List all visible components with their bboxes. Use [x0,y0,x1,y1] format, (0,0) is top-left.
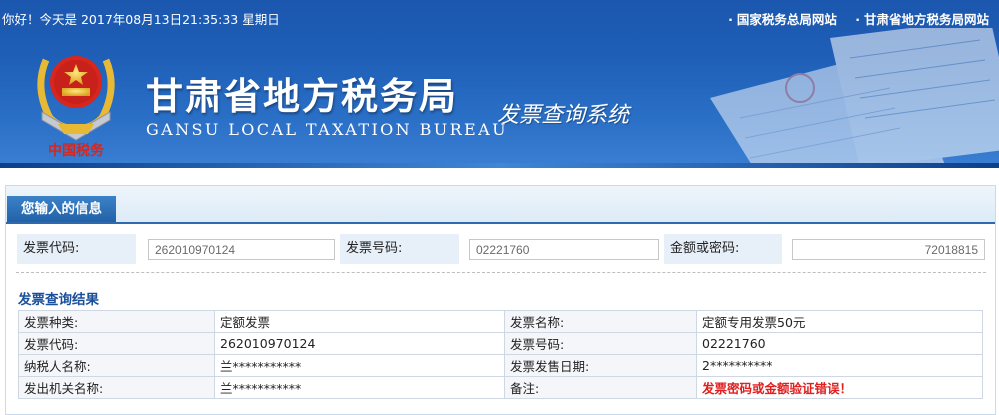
emblem-caption: 中国税务 [48,142,105,158]
invoice-code-label: 发票代码: [17,234,136,264]
sale-date-value: 2********** [696,354,983,377]
invoice-code-input[interactable]: 262010970124 [148,239,335,260]
invoice-number-label: 发票号码: [340,234,459,264]
result-title: 发票查询结果 [18,292,99,308]
taxpayer-name-value: 兰*********** [214,354,505,377]
result-table: 发票种类: 定额发票 发票名称: 定额专用发票50元 发票代码: 2620109… [18,310,983,399]
site-header: 你好！今天是 2017年08月13日21:35:33 星期日 · 国家税务总局网站… [0,0,999,168]
table-row: 纳税人名称: 兰*********** 发票发售日期: 2********** [18,354,983,377]
invoice-number-result-label: 发票号码: [504,332,697,355]
divider [16,272,986,273]
sale-date-label: 发票发售日期: [504,354,697,377]
panel-tab-bar: 您输入的信息 [6,186,995,224]
site-title-en: GANSU LOCAL TAXATION BUREAU [146,120,508,139]
site-title-cn: 甘肃省地方税务局 [146,75,458,118]
table-row: 发票种类: 定额发票 发票名称: 定额专用发票50元 [18,310,983,333]
invoice-name-value: 定额专用发票50元 [696,310,983,333]
invoice-name-label: 发票名称: [504,310,697,333]
amount-or-password-input[interactable]: 72018815 [792,239,985,260]
invoice-code-result-label: 发票代码: [18,332,215,355]
table-row: 发出机关名称: 兰*********** 备注: 发票密码或金额验证错误！ [18,376,983,399]
invoice-type-label: 发票种类: [18,310,215,333]
input-fields-row: 发票代码: 262010970124 发票号码: 02221760 金额或密码:… [17,234,987,264]
remarks-error-message: 发票密码或金额验证错误！ [696,376,983,399]
top-links: · 国家税务总局网站 · 甘肃省地方税务局网站 [714,9,989,28]
tab-input-info[interactable]: 您输入的信息 [7,196,116,222]
system-subtitle: 发票查询系统 [497,103,630,128]
greeting-text: 你好！今天是 2017年08月13日21:35:33 星期日 [2,12,280,27]
remarks-label: 备注: [504,376,697,399]
invoice-number-result-value: 02221760 [696,332,983,355]
invoice-type-value: 定额发票 [214,310,505,333]
invoice-decoration [710,28,999,168]
amount-or-password-label: 金额或密码: [664,234,782,264]
issuing-authority-label: 发出机关名称: [18,376,215,399]
taxpayer-name-label: 纳税人名称: [18,354,215,377]
issuing-authority-value: 兰*********** [214,376,505,399]
tax-emblem-icon: 中国税务 [37,56,115,158]
table-row: 发票代码: 262010970124 发票号码: 02221760 [18,332,983,355]
link-sat-website[interactable]: · 国家税务总局网站 [728,12,837,27]
query-panel: 您输入的信息 发票代码: 262010970124 发票号码: 02221760… [5,185,996,415]
invoice-number-input[interactable]: 02221760 [469,239,659,260]
invoice-code-result-value: 262010970124 [214,332,505,355]
link-gansu-ltb-website[interactable]: · 甘肃省地方税务局网站 [855,12,989,27]
